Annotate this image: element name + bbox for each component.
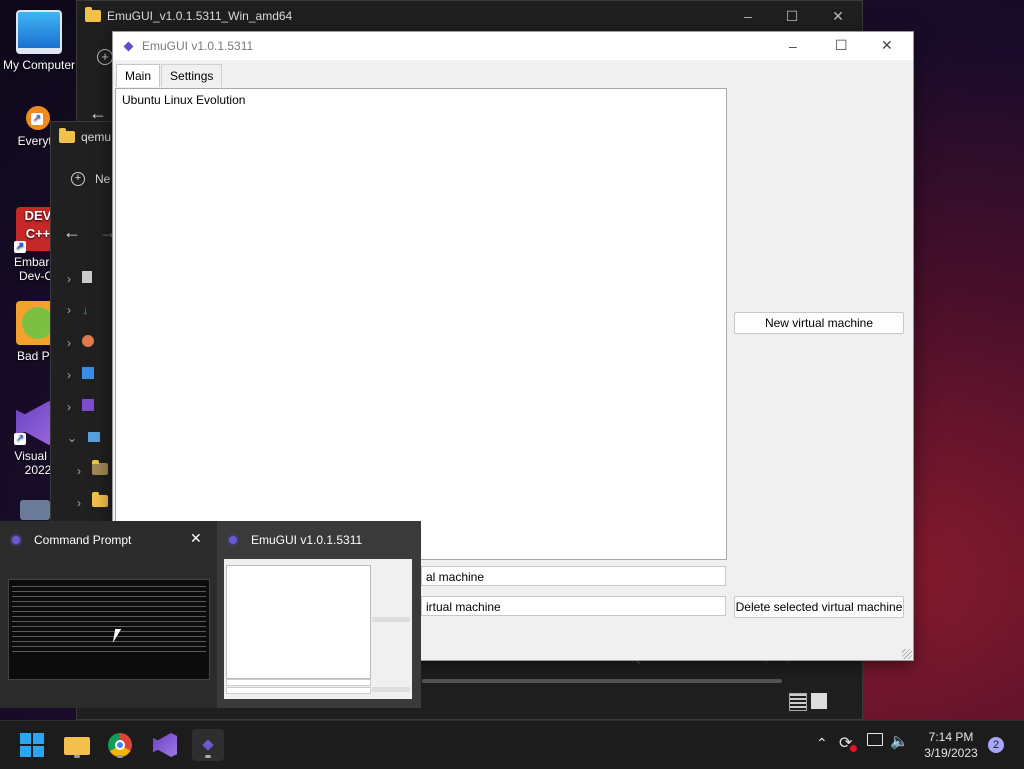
download-icon: ↓ xyxy=(82,303,89,317)
tray-clock[interactable]: 7:14 PM 3/19/2023 xyxy=(918,729,984,761)
horizontal-scrollbar[interactable] xyxy=(422,679,782,683)
minimize-button[interactable]: – xyxy=(725,1,771,31)
document-icon xyxy=(82,271,93,283)
thumb-field xyxy=(226,679,371,686)
tray-sync-icon[interactable]: ⟳ xyxy=(839,733,857,753)
nav-item-folder-2[interactable]: › xyxy=(77,492,114,510)
nav-item-downloads[interactable]: › ↓ xyxy=(67,303,88,317)
tab-settings[interactable]: Settings xyxy=(161,64,223,87)
search-magnifier-icon: ↗ xyxy=(26,106,50,130)
details-view-icon[interactable] xyxy=(789,693,807,711)
partial-desktop-icon[interactable] xyxy=(20,500,50,520)
cmd-app-icon xyxy=(12,536,20,544)
preview-thumbnail-cmd[interactable] xyxy=(8,579,210,680)
vm-list[interactable]: Ubuntu Linux Evolution xyxy=(115,88,727,560)
taskbar-file-explorer[interactable] xyxy=(61,729,93,761)
tray-date: 3/19/2023 xyxy=(924,746,978,760)
maximize-button[interactable]: ☐ xyxy=(835,37,848,54)
nav-item-this-pc[interactable]: ⌄ xyxy=(67,431,101,445)
resize-grip[interactable] xyxy=(902,649,912,659)
preview-header-cmd[interactable]: Command Prompt xyxy=(12,531,131,549)
running-indicator xyxy=(74,755,80,758)
taskbar-visual-studio[interactable] xyxy=(149,729,181,761)
close-button[interactable]: ✕ xyxy=(815,1,861,31)
delete-vm-button[interactable]: Delete selected virtual machine xyxy=(734,596,904,618)
vm-list-item[interactable]: Ubuntu Linux Evolution xyxy=(116,89,726,111)
new-tab-plus-icon[interactable]: + xyxy=(97,49,113,65)
tiles-view-icon[interactable] xyxy=(811,693,827,709)
emugui-title: EmuGUI v1.0.1.5311 xyxy=(142,39,254,53)
monitor-icon xyxy=(16,10,62,54)
folder-icon xyxy=(92,460,109,475)
maximize-button[interactable]: ☐ xyxy=(769,1,815,31)
desktop-icon-label: My Computer xyxy=(2,58,76,72)
emugui-app-icon xyxy=(229,536,237,544)
plus-circle-icon: + xyxy=(71,172,85,186)
preview-emugui-panel[interactable]: EmuGUI v1.0.1.5311 xyxy=(217,521,421,708)
videos-icon xyxy=(82,399,95,411)
back-arrow-icon[interactable]: ← xyxy=(63,222,81,243)
pictures-icon xyxy=(82,367,95,379)
emugui-app-icon xyxy=(202,739,214,751)
tray-volume-icon[interactable]: 🔈 xyxy=(890,732,909,750)
taskbar: ⌃ ⟳ 🔈 7:14 PM 3/19/2023 2 xyxy=(0,720,1024,769)
close-button[interactable]: ✕ xyxy=(881,37,893,54)
taskbar-chrome[interactable] xyxy=(104,729,136,761)
folder-icon xyxy=(59,128,75,143)
shortcut-arrow-icon: ↗ xyxy=(14,433,26,445)
preview-thumbnail-emugui[interactable] xyxy=(224,559,412,699)
preview-title-cmd: Command Prompt xyxy=(34,533,132,547)
tab-main[interactable]: Main xyxy=(116,64,161,87)
explorer-title: qemu xyxy=(81,130,112,144)
desktop-icon-my-computer[interactable]: My Computer xyxy=(1,10,77,72)
thumb-button xyxy=(372,687,410,692)
tray-alert-dot xyxy=(850,745,857,752)
taskbar-preview-popup[interactable]: Command Prompt ✕ EmuGUI v1.0.1.5311 xyxy=(0,521,421,708)
running-indicator xyxy=(117,755,123,758)
visual-studio-icon xyxy=(153,733,177,757)
start-button[interactable] xyxy=(16,729,48,761)
taskbar-emugui[interactable] xyxy=(192,729,224,761)
nav-item-folder-1[interactable]: › xyxy=(77,460,114,478)
preview-header-emugui[interactable]: EmuGUI v1.0.1.5311 xyxy=(229,531,362,549)
folder-icon xyxy=(85,7,101,22)
vm-action-field-1[interactable]: al machine xyxy=(421,566,726,586)
vm-action-field-2[interactable]: irtual machine xyxy=(421,596,726,616)
thumb-button xyxy=(372,617,410,622)
music-icon xyxy=(82,335,95,347)
new-vm-button[interactable]: New virtual machine xyxy=(734,312,904,334)
tray-chevron-up-icon[interactable]: ⌃ xyxy=(816,735,828,752)
folder-icon xyxy=(64,737,90,755)
preview-title-emugui: EmuGUI v1.0.1.5311 xyxy=(251,533,363,547)
notification-badge[interactable]: 2 xyxy=(988,737,1004,753)
folder-icon xyxy=(92,492,109,507)
nav-item-pictures[interactable]: › xyxy=(67,367,95,382)
thumb-field xyxy=(226,687,371,694)
shortcut-arrow-icon: ↗ xyxy=(31,113,43,125)
shortcut-arrow-icon: ↗ xyxy=(14,241,26,253)
thumb-list xyxy=(226,565,371,679)
running-indicator xyxy=(205,755,211,758)
nav-item-videos[interactable]: › xyxy=(67,399,95,414)
tray-network-icon[interactable] xyxy=(867,733,883,746)
chrome-icon xyxy=(108,733,132,757)
emugui-app-icon xyxy=(123,41,134,51)
emugui-titlebar[interactable]: EmuGUI v1.0.1.5311 – ☐ ✕ xyxy=(113,32,913,60)
tray-time: 7:14 PM xyxy=(928,730,974,744)
windows-logo-icon xyxy=(20,733,44,757)
drive-icon xyxy=(88,432,101,442)
minimize-button[interactable]: – xyxy=(789,38,797,54)
nav-item-documents[interactable]: › xyxy=(67,271,93,286)
explorer-title: EmuGUI_v1.0.1.5311_Win_amd64 xyxy=(107,9,293,23)
new-button-label: Ne xyxy=(95,172,111,186)
cmd-text-lines xyxy=(12,584,206,654)
nav-item-music[interactable]: › xyxy=(67,335,95,350)
preview-close-icon[interactable]: ✕ xyxy=(190,530,202,547)
new-button[interactable]: + Ne xyxy=(71,172,110,186)
